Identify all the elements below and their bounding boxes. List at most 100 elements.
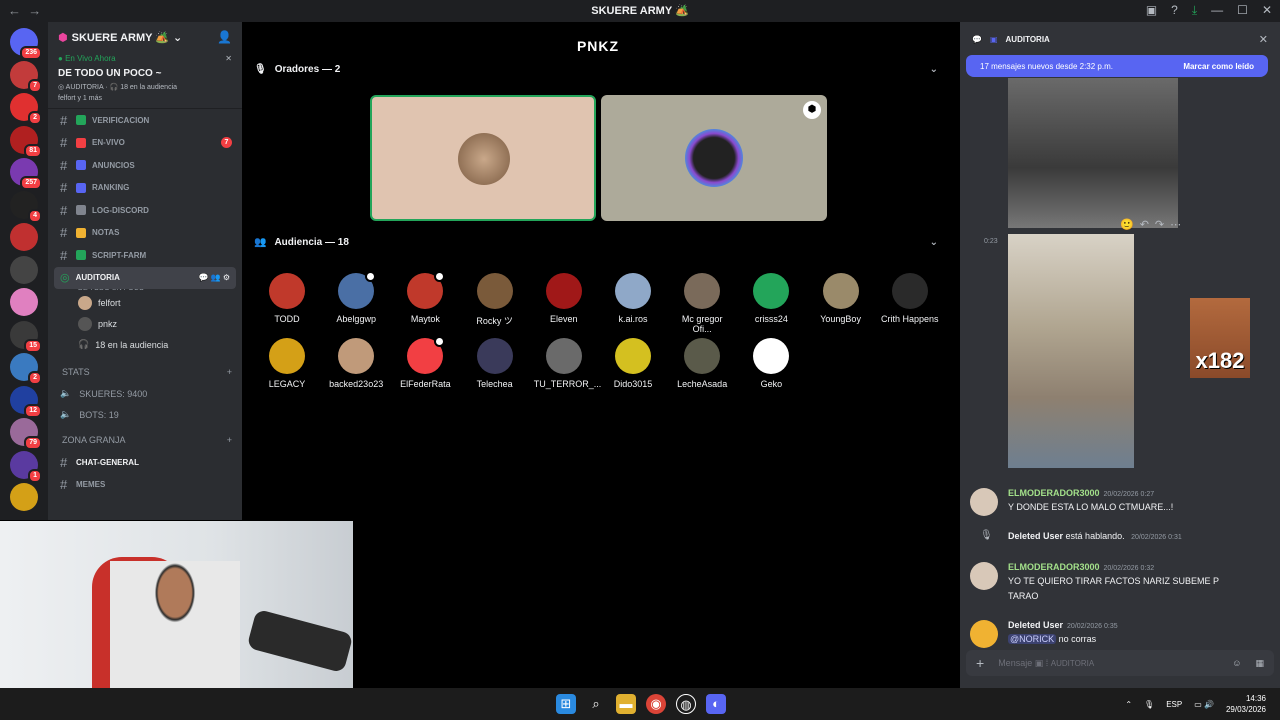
guild-header[interactable]: ⬢ SKUERE ARMY 🏕️ ⌄ 👤 xyxy=(48,22,242,52)
close-icon[interactable]: ✕ xyxy=(225,54,232,63)
avatar[interactable] xyxy=(970,488,998,516)
plus-icon[interactable]: + xyxy=(227,435,232,445)
channel-item[interactable]: # MEMES xyxy=(48,474,242,497)
attachment-image[interactable] xyxy=(1008,234,1134,468)
voice-user[interactable]: pnkz xyxy=(48,313,242,334)
audience-member[interactable]: Geko xyxy=(741,338,801,389)
chrome-icon[interactable]: ◉ xyxy=(646,694,666,714)
mention[interactable]: @NORICK xyxy=(1008,634,1057,644)
voice-user[interactable]: felfort xyxy=(48,292,242,313)
audience-member[interactable]: Rocky ツ xyxy=(465,273,525,327)
server-icon[interactable] xyxy=(10,223,38,251)
add-member-icon[interactable]: 👤 xyxy=(217,30,232,44)
channel-item[interactable]: # SCRIPT-FARM xyxy=(48,244,242,267)
audience-header[interactable]: 👥 Audiencia — 18 ⌄ xyxy=(254,237,944,248)
server-icon[interactable] xyxy=(10,288,38,316)
chevron-down-icon[interactable]: ⌄ xyxy=(930,237,938,248)
speaker-tile[interactable] xyxy=(370,95,596,221)
discord-icon[interactable]: ◐ xyxy=(706,694,726,714)
channel-actions-icon[interactable]: 💬 👥 ⚙ xyxy=(198,273,230,282)
channel-item[interactable]: # CHAT-GENERAL xyxy=(48,451,242,474)
add-attachment-icon[interactable]: + xyxy=(976,655,984,671)
live-now-card[interactable]: ● En Vivo Ahora ✕ DE TODO UN POCO ~ ◎ AUD… xyxy=(48,52,242,109)
speakers-header[interactable]: 🎙 Oradores — 2 ⌄ xyxy=(254,64,944,75)
audience-member[interactable]: k.ai.ros xyxy=(603,273,663,324)
channel-item[interactable]: # RANKING xyxy=(48,177,242,200)
server-icon[interactable]: 81 xyxy=(10,125,42,158)
server-icon[interactable]: 236 xyxy=(10,28,42,60)
audience-member[interactable]: LEGACY xyxy=(257,338,317,389)
message-author[interactable]: ELMODERADOR3000 xyxy=(1008,488,1100,498)
channel-item[interactable]: # LOG-DISCORD xyxy=(48,199,242,222)
obs-icon[interactable]: ◍ xyxy=(676,694,696,714)
microphone-icon[interactable]: 🎙 xyxy=(1144,700,1154,709)
chevron-down-icon[interactable]: ⌄ xyxy=(930,64,938,75)
server-icon[interactable]: 2 xyxy=(10,353,42,385)
message-author[interactable]: ELMODERADOR3000 xyxy=(1008,562,1100,572)
apps-icon[interactable]: ▦ xyxy=(1255,658,1264,669)
server-icon[interactable]: 257 xyxy=(10,158,42,190)
search-icon[interactable]: ⌕ xyxy=(586,694,606,714)
audience-member[interactable]: Crith Happens xyxy=(880,273,940,324)
audience-member[interactable]: Abelggwp xyxy=(326,271,386,324)
server-icon[interactable]: 79 xyxy=(10,418,42,450)
category-stats[interactable]: STATS + xyxy=(48,361,242,383)
server-icon[interactable] xyxy=(10,255,38,284)
tray-chevron-icon[interactable]: ⌃ xyxy=(1125,700,1132,709)
forward-icon[interactable]: ↷ xyxy=(1155,218,1164,231)
plus-icon[interactable]: + xyxy=(227,367,232,377)
inbox-icon[interactable]: ▣ xyxy=(1146,3,1157,18)
message-input[interactable]: Mensaje ▣ ⁞ AUDITORIA xyxy=(998,658,1094,669)
more-icon[interactable]: ⋯ xyxy=(1170,218,1181,231)
channel-item[interactable]: # EN-VIVO 7 xyxy=(48,132,242,155)
server-icon[interactable] xyxy=(10,483,38,511)
audience-member[interactable]: LecheAsada xyxy=(672,338,732,389)
audience-member[interactable]: ElFederRata xyxy=(395,336,455,389)
file-explorer-icon[interactable]: ▬ xyxy=(616,694,636,714)
server-icon[interactable]: 4 xyxy=(10,190,42,223)
close-button[interactable]: ✕ xyxy=(1262,3,1272,18)
audience-member[interactable]: TU_TERROR_... xyxy=(534,338,601,389)
message-author[interactable]: Deleted User xyxy=(1008,620,1063,630)
audience-member[interactable]: Eleven xyxy=(534,273,594,324)
stat-channel[interactable]: 🔈 SKUERES: 9400 xyxy=(48,383,242,404)
mark-read-button[interactable]: Marcar como leído xyxy=(1183,62,1254,71)
channel-item[interactable]: # ANUNCIOS xyxy=(48,154,242,177)
clock[interactable]: 14:36 29/03/2026 xyxy=(1226,693,1266,715)
audience-member[interactable]: crisss24 xyxy=(741,273,801,324)
reaction-icon[interactable]: 🙂 xyxy=(1120,218,1134,231)
audience-member[interactable]: TODD xyxy=(257,273,317,324)
server-icon[interactable]: 12 xyxy=(10,385,42,418)
server-icon[interactable]: 1 xyxy=(10,450,42,483)
server-icon[interactable]: 7 xyxy=(10,60,42,93)
attachment-image[interactable] xyxy=(1008,78,1178,228)
channel-item[interactable]: # VERIFICACION xyxy=(48,109,242,132)
channel-item[interactable]: # NOTAS xyxy=(48,222,242,245)
close-icon[interactable]: ✕ xyxy=(1259,33,1268,46)
speaker-tile[interactable]: ⬢ xyxy=(601,95,827,221)
help-icon[interactable]: ? xyxy=(1171,3,1178,18)
new-messages-banner[interactable]: 17 mensajes nuevos desde 2:32 p.m. Marca… xyxy=(966,55,1268,77)
channel-auditoria[interactable]: ◎ AUDITORIA 💬 👥 ⚙ xyxy=(54,266,236,289)
start-icon[interactable]: ⊞ xyxy=(556,694,576,714)
stat-channel[interactable]: 🔈 BOTS: 19 xyxy=(48,404,242,425)
audience-member[interactable]: backed23o23 xyxy=(326,338,386,389)
server-icon[interactable]: 15 xyxy=(10,320,42,353)
audience-member[interactable]: Mc gregor Ofi... xyxy=(672,273,732,334)
message-author[interactable]: Deleted User xyxy=(1008,531,1063,541)
download-icon[interactable]: ⤓ xyxy=(1192,3,1197,18)
emoji-picker-icon[interactable]: ☺ xyxy=(1232,658,1241,668)
language-indicator[interactable]: ESP xyxy=(1166,700,1182,709)
minimize-button[interactable]: — xyxy=(1211,3,1223,18)
audience-member[interactable]: Telechea xyxy=(465,338,525,389)
audience-member[interactable]: YoungBoy xyxy=(811,273,871,324)
avatar[interactable] xyxy=(970,620,998,648)
voice-audience-row[interactable]: 🎧 18 en la audiencia xyxy=(48,334,242,355)
reply-icon[interactable]: ↶ xyxy=(1140,218,1149,231)
network-icon[interactable]: ▭ 🔊 xyxy=(1194,700,1214,709)
category-zona[interactable]: ZONA GRANJA + xyxy=(48,429,242,451)
server-icon[interactable]: 2 xyxy=(10,93,42,125)
audience-member[interactable]: Maytok xyxy=(395,271,455,324)
audience-member[interactable]: Dido3015 xyxy=(603,338,663,389)
sticker-image[interactable]: x182 xyxy=(1190,298,1250,378)
